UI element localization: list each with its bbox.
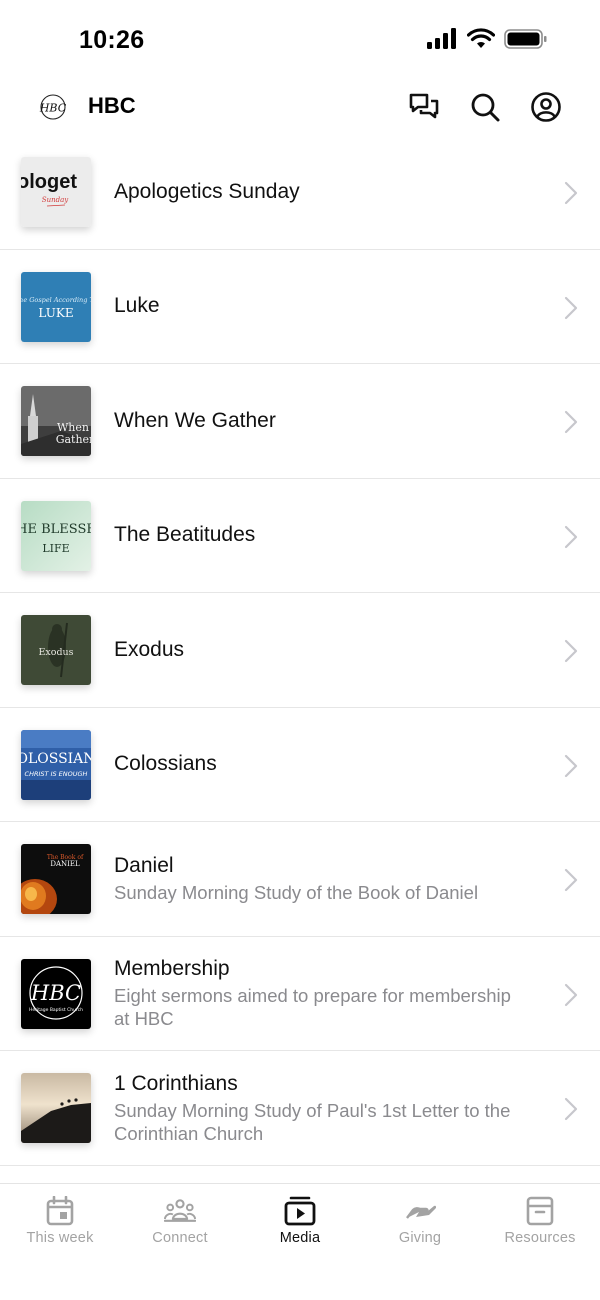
series-title: The Beatitudes [114,523,256,547]
tab-label: This week [26,1230,94,1246]
people-icon [164,1199,196,1222]
series-title: Colossians [114,752,217,776]
chat-icon [409,93,439,119]
series-artwork: The Book of DANIEL [21,844,91,914]
series-title: When We Gather [114,408,276,432]
chevron-right-icon [564,639,578,663]
chevron-right-icon [564,296,578,319]
series-subtitle: Sunday Morning Study of Paul's 1st Lette… [114,1099,511,1144]
series-artwork: HE BLESSE LIFE [21,500,91,571]
series-row-luke[interactable]: The Gospel According To LUKE Luke [0,250,600,364]
tab-label: Connect [152,1230,208,1246]
tab-media[interactable]: Media [240,1196,360,1256]
artwork-text: DANIEL [50,860,80,868]
svg-text:HBC: HBC [39,102,67,115]
chevron-right-icon [564,754,578,777]
chevron-right-icon [564,868,578,892]
series-row-membership[interactable]: HBC Heritage Baptist Church Membership E… [0,937,600,1051]
artwork-text: ologet [21,171,77,193]
search-button[interactable] [467,89,503,125]
artwork-text: Gather [56,433,91,446]
giving-hand-icon [406,1205,436,1219]
artwork-text: Sunday [42,196,69,204]
series-artwork: When Gather [21,386,91,456]
chevron-right-icon [564,983,578,1006]
tab-bar: This week Connect Media Giving Resources [0,1183,600,1300]
church-logo[interactable]: HBC [37,92,69,122]
artwork-text: HE BLESSE [21,522,91,537]
app-header: HBC HBC [0,80,600,134]
chevron-right-icon [564,1097,578,1121]
tab-connect[interactable]: Connect [120,1196,240,1256]
series-row-1-corinthians[interactable]: 1 Corinthians Sunday Morning Study of Pa… [0,1051,600,1166]
search-icon [471,93,500,122]
series-row-apologetics-sunday[interactable]: ologet Sunday Apologetics Sunday [0,135,600,250]
wifi-icon [467,28,495,48]
artwork-text: LUKE [38,306,73,320]
series-row-exodus[interactable]: Exodus Exodus [0,593,600,708]
series-artwork: HBC Heritage Baptist Church [21,958,91,1029]
battery-icon [504,29,547,49]
media-icon [284,1196,316,1226]
tab-label: Resources [504,1230,576,1246]
artwork-text: CHRIST IS ENOUGH [25,770,88,778]
artwork-text: Exodus [38,647,73,658]
tab-label: Media [279,1230,321,1246]
series-row-the-beatitudes[interactable]: HE BLESSE LIFE The Beatitudes [0,479,600,593]
artwork-text: HBC [30,981,81,1005]
app-title: HBC [88,93,136,118]
series-title: Exodus [114,637,185,661]
series-title: Apologetics Sunday [114,179,300,203]
series-row-when-we-gather[interactable]: When Gather When We Gather [0,364,600,479]
status-icons [426,28,548,50]
artwork-text: LIFE [42,542,69,555]
tab-resources[interactable]: Resources [480,1196,600,1256]
series-subtitle: Eight sermons aimed to prepare for membe… [114,985,511,1030]
series-artwork: OLOSSIAN CHRIST IS ENOUGH [21,729,91,800]
series-title: Luke [114,294,160,318]
series-title: 1 Corinthians [114,1071,238,1095]
account-icon [531,92,561,122]
series-subtitle: Sunday Morning Study of the Book of Dani… [114,882,479,904]
artwork-text: The Gospel According To [21,296,91,304]
archive-box-icon [526,1196,554,1226]
tab-giving[interactable]: Giving [360,1196,480,1256]
account-button[interactable] [528,89,564,125]
tab-label: Giving [398,1230,442,1246]
calendar-icon [46,1196,74,1226]
chevron-right-icon [564,410,578,434]
chevron-right-icon [564,525,578,548]
status-time: 10:26 [79,26,145,54]
series-title: Membership [114,957,230,981]
series-list: ologet Sunday Apologetics Sunday The Gos… [0,135,600,1166]
series-artwork [21,1073,91,1143]
chevron-right-icon [564,181,578,205]
series-row-colossians[interactable]: OLOSSIAN CHRIST IS ENOUGH Colossians [0,708,600,822]
artwork-text: OLOSSIAN [21,751,91,767]
status-bar: 10:26 [0,0,600,80]
series-title: Daniel [114,854,174,878]
artwork-text: Heritage Baptist Church [29,1007,83,1013]
series-artwork: ologet Sunday [21,157,91,227]
tab-this-week[interactable]: This week [0,1196,120,1256]
cellular-signal-icon [427,28,456,49]
series-artwork: Exodus [21,615,91,685]
series-artwork: The Gospel According To LUKE [21,271,91,342]
series-row-daniel[interactable]: The Book of DANIEL Daniel Sunday Morning… [0,822,600,937]
chat-button[interactable] [406,89,442,125]
